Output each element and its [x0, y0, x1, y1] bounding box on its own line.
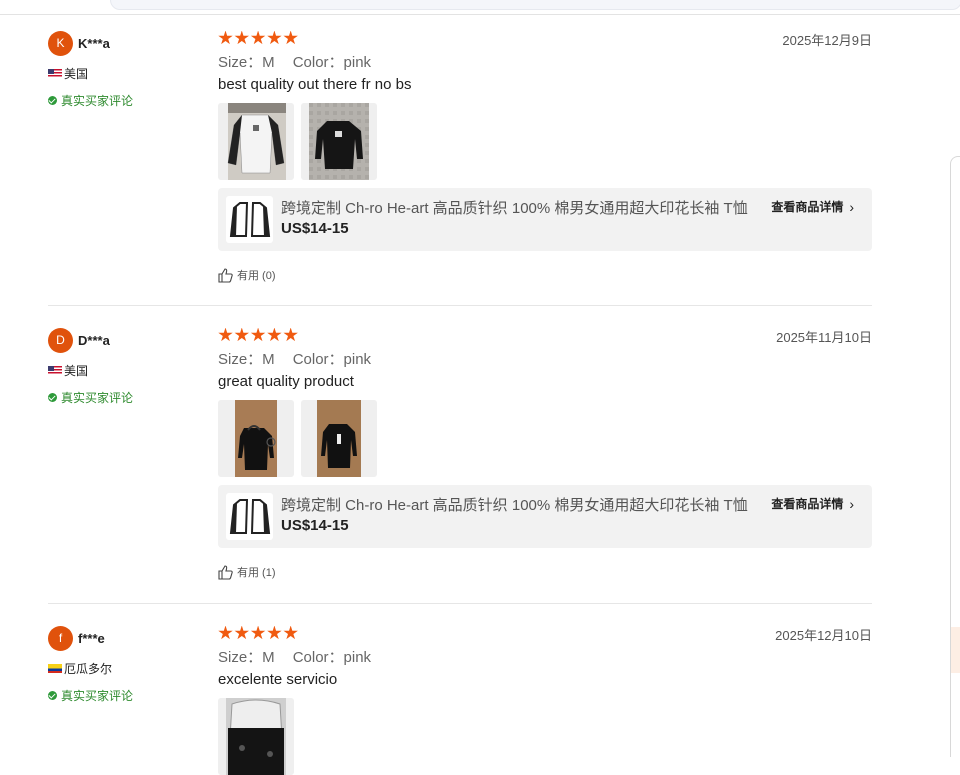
star-icon	[218, 30, 233, 45]
review-text: best quality out there fr no bs	[218, 76, 412, 93]
review-photos	[218, 103, 872, 180]
reviewer-country: 美国	[64, 364, 89, 378]
star-icon	[250, 327, 266, 342]
sku-info: Size：M Color：pink	[218, 51, 872, 71]
side-panel-accent	[951, 627, 960, 673]
review-photo[interactable]	[218, 698, 294, 775]
avatar: K	[48, 30, 73, 56]
review-photo[interactable]	[301, 103, 377, 180]
product-thumbnail	[226, 493, 273, 540]
review-photo[interactable]	[218, 400, 294, 477]
search-field[interactable]	[110, 0, 960, 10]
size-label: Size：M	[218, 351, 275, 368]
color-label: Color：pink	[292, 54, 372, 71]
helpful-count: 有用 (1)	[237, 567, 276, 579]
product-title[interactable]: 跨境定制 Ch-ro He-art 高品质针织 100% 棉男女通用超大印花长袖…	[281, 197, 751, 218]
avatar: D	[48, 327, 73, 353]
us-flag-icon	[48, 69, 62, 78]
star-icon	[267, 327, 282, 342]
verified-label: 真实买家评论	[61, 391, 134, 405]
view-product-details-link[interactable]: 查看商品详情 ›	[771, 198, 854, 215]
product-card[interactable]: 跨境定制 Ch-ro He-art 高品质针织 100% 棉男女通用超大印花长袖…	[218, 485, 872, 548]
reviewer-name: f***e	[78, 630, 105, 646]
verified-label: 真实买家评论	[61, 94, 134, 108]
helpful-button[interactable]: 有用 (0)	[218, 267, 872, 283]
review-text: great quality product	[218, 373, 354, 390]
thumbs-up-icon	[218, 267, 233, 283]
chevron-right-icon: ›	[849, 495, 854, 512]
star-rating	[218, 625, 872, 641]
view-details-label: 查看商品详情	[771, 497, 844, 511]
verified-icon	[48, 393, 57, 402]
star-icon	[234, 30, 249, 45]
review-photos	[218, 698, 872, 775]
product-price: US$14-15	[281, 220, 349, 237]
reviewer-info: K K***a 美国 真实买家评论	[48, 30, 208, 109]
reviewer-name: D***a	[78, 332, 110, 348]
view-details-label: 查看商品详情	[771, 200, 844, 214]
star-rating	[218, 327, 872, 343]
product-thumbnail	[226, 196, 273, 243]
review-body: 2025年11月10日 Size：M Color：pink great quali…	[218, 327, 872, 580]
product-price: US$14-15	[281, 517, 349, 534]
star-icon	[250, 30, 266, 45]
star-rating	[218, 30, 872, 46]
review-body: 2025年12月9日 Size：M Color：pink best quality…	[218, 30, 872, 283]
reviewer-country: 厄瓜多尔	[64, 662, 113, 676]
top-search-bar	[0, 0, 960, 15]
review-photos	[218, 400, 872, 477]
us-flag-icon	[48, 366, 62, 375]
thumbs-up-icon	[218, 564, 233, 580]
star-icon	[267, 30, 282, 45]
product-card[interactable]: 跨境定制 Ch-ro He-art 高品质针织 100% 棉男女通用超大印花长袖…	[218, 188, 872, 251]
star-icon	[234, 625, 249, 640]
review-body: 2025年12月10日 Size：M Color：pink excelente s…	[218, 625, 872, 775]
sku-info: Size：M Color：pink	[218, 348, 872, 368]
review-divider	[48, 603, 872, 604]
color-label: Color：pink	[292, 351, 372, 368]
reviewer-info: f f***e 厄瓜多尔 真实买家评论	[48, 625, 208, 704]
review-photo[interactable]	[301, 400, 377, 477]
reviewer-name: K***a	[78, 35, 110, 51]
avatar: f	[48, 625, 73, 651]
verified-label: 真实买家评论	[61, 689, 134, 703]
size-label: Size：M	[218, 649, 275, 666]
review-divider	[48, 305, 872, 306]
sku-info: Size：M Color：pink	[218, 646, 872, 666]
star-icon	[234, 327, 249, 342]
reviewer-info: D D***a 美国 真实买家评论	[48, 327, 208, 406]
reviewer-country: 美国	[64, 67, 89, 81]
star-icon	[283, 327, 298, 342]
verified-icon	[48, 691, 57, 700]
star-icon	[283, 625, 298, 640]
product-title[interactable]: 跨境定制 Ch-ro He-art 高品质针织 100% 棉男女通用超大印花长袖…	[281, 494, 751, 515]
star-icon	[250, 625, 266, 640]
star-icon	[218, 625, 233, 640]
review-photo[interactable]	[218, 103, 294, 180]
review-date: 2025年12月10日	[775, 628, 872, 643]
chevron-right-icon: ›	[849, 198, 854, 215]
view-product-details-link[interactable]: 查看商品详情 ›	[771, 495, 854, 512]
helpful-count: 有用 (0)	[237, 270, 276, 282]
color-label: Color：pink	[292, 649, 372, 666]
verified-icon	[48, 96, 57, 105]
star-icon	[267, 625, 282, 640]
ecuador-flag-icon	[48, 664, 62, 673]
star-icon	[283, 30, 298, 45]
helpful-button[interactable]: 有用 (1)	[218, 564, 872, 580]
review-text: excelente servicio	[218, 671, 338, 688]
size-label: Size：M	[218, 54, 275, 71]
review-date: 2025年11月10日	[776, 330, 872, 345]
review-date: 2025年12月9日	[782, 33, 872, 48]
star-icon	[218, 327, 233, 342]
